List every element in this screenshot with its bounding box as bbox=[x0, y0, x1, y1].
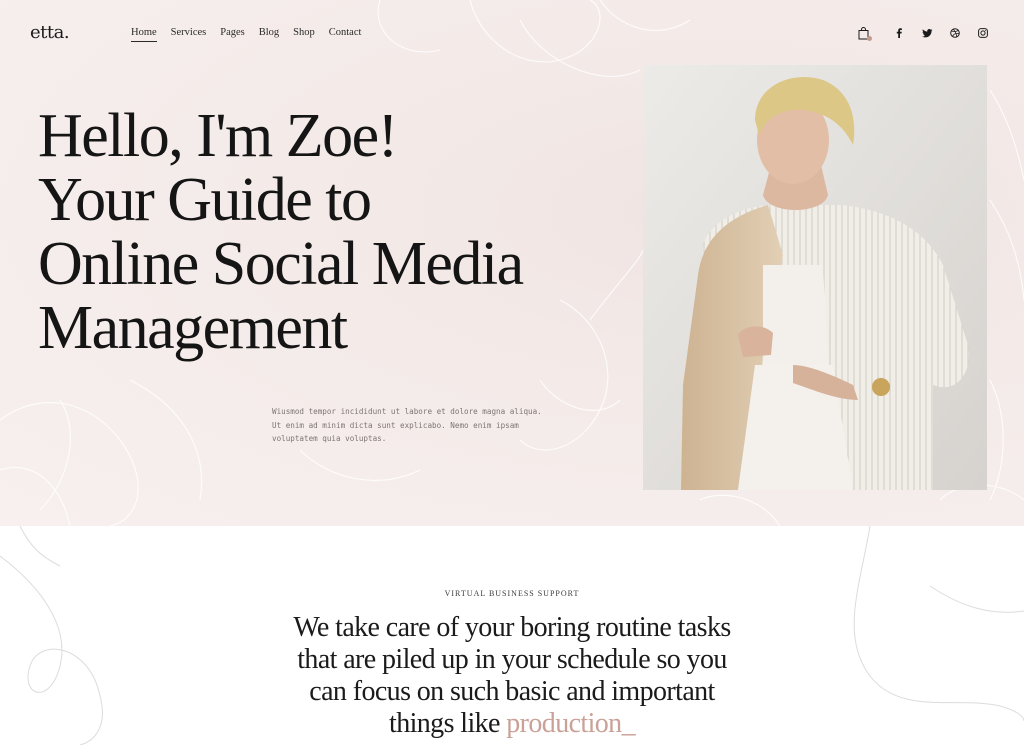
hero-portrait-photo bbox=[643, 65, 987, 490]
headline-line-4: Management bbox=[38, 294, 348, 362]
tagline-line-4: things like bbox=[389, 708, 500, 739]
instagram-icon[interactable] bbox=[976, 26, 990, 40]
nav-shop[interactable]: Shop bbox=[293, 27, 315, 42]
tagline-line-1: We take care of your boring routine task… bbox=[293, 612, 731, 643]
facebook-icon[interactable] bbox=[892, 26, 906, 40]
services-intro-section: VIRTUAL BUSINESS SUPPORT We take care of… bbox=[0, 526, 1024, 745]
headline-line-2: Your Guide to bbox=[38, 166, 372, 234]
site-logo[interactable]: etta. bbox=[30, 22, 70, 43]
header-icons bbox=[856, 26, 990, 41]
section-tagline: We take care of your boring routine task… bbox=[212, 612, 812, 740]
hero-intro-text: Wiusmod tempor incididunt ut labore et d… bbox=[272, 407, 542, 443]
shopping-bag-icon[interactable] bbox=[856, 26, 872, 41]
headline-line-1: Hello, I'm Zoe! bbox=[38, 102, 398, 170]
typing-cursor: _ bbox=[621, 708, 636, 739]
section-eyebrow: VIRTUAL BUSINESS SUPPORT bbox=[444, 589, 580, 598]
headline-line-3: Online Social Media bbox=[38, 230, 524, 298]
hero-headline: Hello, I'm Zoe! Your Guide to Online Soc… bbox=[38, 104, 598, 360]
nav-pages[interactable]: Pages bbox=[220, 27, 245, 42]
hero-section: etta. Home Services Pages Blog Shop Cont… bbox=[0, 0, 1024, 526]
dribbble-icon[interactable] bbox=[948, 26, 962, 40]
nav-home[interactable]: Home bbox=[131, 27, 157, 42]
nav-contact[interactable]: Contact bbox=[329, 27, 362, 42]
tagline-typed-word: production bbox=[506, 708, 622, 739]
main-nav: Home Services Pages Blog Shop Contact bbox=[131, 27, 361, 42]
nav-blog[interactable]: Blog bbox=[259, 27, 279, 42]
nav-services[interactable]: Services bbox=[171, 27, 207, 42]
tagline-line-3: can focus on such basic and important bbox=[309, 676, 715, 707]
twitter-icon[interactable] bbox=[920, 26, 934, 40]
cart-count-dot bbox=[867, 36, 872, 41]
tagline-line-2: that are piled up in your schedule so yo… bbox=[297, 644, 727, 675]
